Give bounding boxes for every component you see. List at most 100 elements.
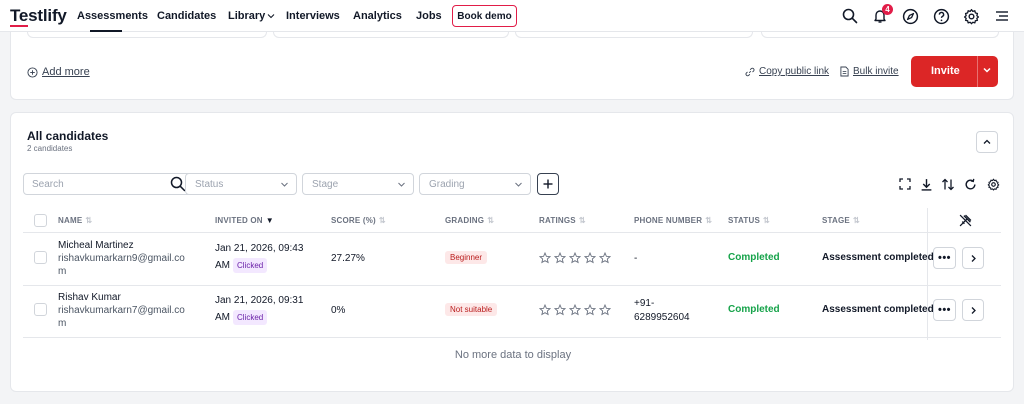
star-icon[interactable] <box>584 252 596 264</box>
gear-icon[interactable] <box>961 6 981 26</box>
open-candidate-button[interactable] <box>962 247 984 269</box>
star-icon[interactable] <box>599 252 611 264</box>
add-filter-button[interactable] <box>537 173 559 195</box>
rating-stars[interactable] <box>539 252 611 264</box>
star-icon[interactable] <box>554 252 566 264</box>
column-header-stage[interactable]: STAGE ⇅ <box>822 216 860 225</box>
grading-filter[interactable]: Grading <box>419 173 531 195</box>
row-actions-button[interactable]: ••• <box>933 247 956 269</box>
chevron-down-icon[interactable] <box>981 64 993 76</box>
phone-number: - <box>634 253 638 264</box>
score-value: 0% <box>331 305 346 316</box>
chevron-down-icon <box>267 14 275 19</box>
nav-library[interactable]: Library <box>228 10 275 22</box>
column-header-grading[interactable]: GRADING ⇅ <box>445 216 494 225</box>
sort-icon: ⇅ <box>578 216 586 225</box>
search-input[interactable] <box>32 177 152 192</box>
row-actions-button[interactable]: ••• <box>933 299 956 321</box>
row-checkbox[interactable] <box>34 303 47 316</box>
help-icon[interactable] <box>931 6 951 26</box>
column-header-score[interactable]: SCORE (%) ⇅ <box>331 216 386 225</box>
column-header-label: INVITED ON <box>215 216 263 225</box>
chevron-down-icon <box>281 182 288 187</box>
column-header-label: SCORE (%) <box>331 216 376 225</box>
app-logo[interactable]: Testlify <box>10 6 67 26</box>
row-divider <box>23 337 1001 338</box>
search-icon[interactable] <box>170 176 186 192</box>
book-demo-button[interactable]: Book demo <box>452 5 517 27</box>
field-stub <box>273 32 509 38</box>
status-value: Completed <box>728 304 780 315</box>
column-header-phone[interactable]: PHONE NUMBER ⇅ <box>634 216 712 225</box>
collapse-button[interactable] <box>976 131 998 153</box>
nav-library-label: Library <box>228 10 266 22</box>
select-all-checkbox[interactable] <box>34 214 47 227</box>
invited-date: Jan 21, 2026, 09:31 <box>215 295 304 306</box>
column-header-status[interactable]: STATUS ⇅ <box>728 216 770 225</box>
nav-interviews[interactable]: Interviews <box>286 10 340 22</box>
column-header-label: STAGE <box>822 216 850 225</box>
star-icon[interactable] <box>599 304 611 316</box>
bulk-invite-label: Bulk invite <box>853 66 899 77</box>
invite-button[interactable]: Invite <box>911 56 998 87</box>
star-icon[interactable] <box>539 304 551 316</box>
compass-icon[interactable] <box>900 6 920 26</box>
row-checkbox[interactable] <box>34 251 47 264</box>
star-icon[interactable] <box>554 304 566 316</box>
column-header-label: PHONE NUMBER <box>634 216 703 225</box>
stage-filter[interactable]: Stage <box>302 173 414 195</box>
menu-icon[interactable] <box>992 6 1012 26</box>
bulk-invite-link[interactable]: Bulk invite <box>840 66 899 77</box>
nav-assessments[interactable]: Assessments <box>77 10 148 22</box>
grading-badge: Not suitable <box>445 303 498 316</box>
clicked-badge: Clicked <box>233 258 268 273</box>
row-divider <box>23 285 1001 286</box>
stage-filter-label: Stage <box>312 179 339 190</box>
invite-split-divider <box>977 56 978 87</box>
column-header-ratings[interactable]: RATINGS ⇅ <box>539 216 586 225</box>
logo-underline <box>10 25 28 27</box>
row-divider <box>23 232 1001 233</box>
candidate-name[interactable]: Rishav Kumar <box>58 291 121 304</box>
invited-ampm: AM <box>215 260 230 271</box>
column-header-name[interactable]: NAME ⇅ <box>58 216 92 225</box>
status-filter[interactable]: Status <box>185 173 297 195</box>
copy-public-link-label: Copy public link <box>759 66 830 77</box>
chevron-down-icon <box>515 182 522 187</box>
refresh-icon[interactable] <box>962 176 978 192</box>
candidate-email: rishavkumarkarn9@gmail.co <box>58 253 185 264</box>
copy-public-link[interactable]: Copy public link <box>745 66 829 77</box>
nav-jobs[interactable]: Jobs <box>416 10 442 22</box>
phone-number: +91- <box>634 298 655 309</box>
sort-icon[interactable] <box>940 176 956 192</box>
clicked-badge: Clicked <box>233 310 268 325</box>
chevron-right-icon <box>971 306 976 314</box>
candidate-name[interactable]: Micheal Martinez <box>58 239 134 252</box>
unpin-icon[interactable] <box>959 214 972 227</box>
column-header-invited-on[interactable]: INVITED ON ▼ <box>215 216 274 225</box>
add-more-link[interactable]: Add more <box>27 66 90 78</box>
add-more-label: Add more <box>42 66 90 78</box>
no-more-data-note: No more data to display <box>454 349 572 361</box>
nav-analytics[interactable]: Analytics <box>353 10 402 22</box>
star-icon[interactable] <box>539 252 551 264</box>
invited-time: AM Clicked <box>215 310 268 325</box>
nav-candidates[interactable]: Candidates <box>157 10 216 22</box>
open-candidate-button[interactable] <box>962 299 984 321</box>
download-icon[interactable] <box>918 176 934 192</box>
sort-icon: ⇅ <box>763 216 770 225</box>
status-filter-label: Status <box>195 179 224 190</box>
candidate-count: 2 candidates <box>27 144 73 153</box>
invite-label: Invite <box>931 65 960 77</box>
star-icon[interactable] <box>569 304 581 316</box>
star-icon[interactable] <box>569 252 581 264</box>
sort-icon: ⇅ <box>85 216 93 225</box>
star-icon[interactable] <box>584 304 596 316</box>
sort-icon: ⇅ <box>705 216 713 225</box>
link-icon <box>745 67 755 76</box>
search-icon[interactable] <box>840 6 860 26</box>
invited-time: AM Clicked <box>215 258 268 273</box>
rating-stars[interactable] <box>539 304 611 316</box>
expand-icon[interactable] <box>897 176 913 192</box>
gear-icon[interactable] <box>985 176 1001 192</box>
